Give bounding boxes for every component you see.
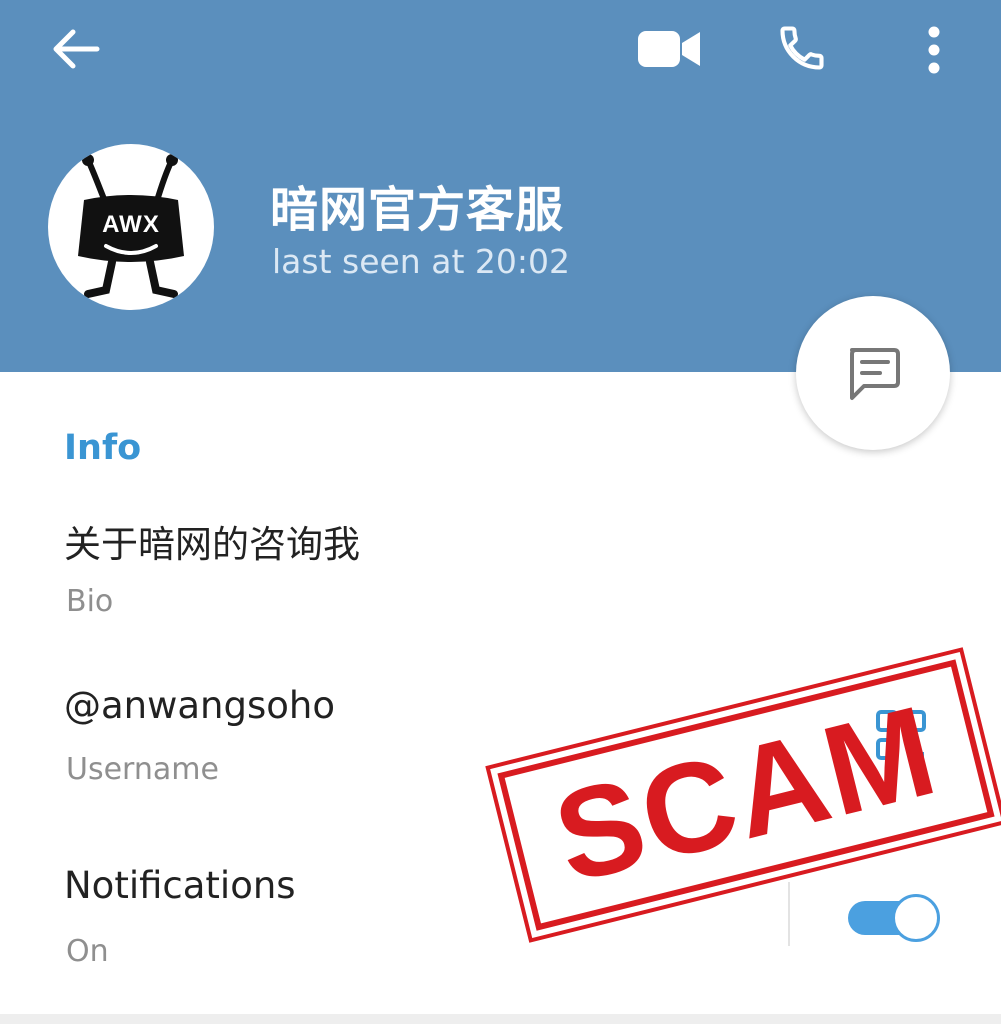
info-section-heading: Info — [64, 428, 142, 468]
username-value[interactable]: @anwangsoho — [64, 684, 335, 727]
phone-icon — [780, 26, 824, 70]
more-vertical-icon — [928, 26, 940, 74]
voice-call-button[interactable] — [764, 12, 840, 84]
notifications-toggle[interactable] — [848, 894, 942, 942]
contact-name: 暗网官方客服 — [270, 182, 565, 238]
scam-stamp-text: SCAM — [541, 678, 950, 911]
username-label: Username — [66, 752, 219, 787]
vertical-divider — [788, 882, 790, 946]
back-arrow-icon — [53, 29, 100, 69]
video-call-icon — [638, 31, 700, 67]
scam-stamp: SCAM — [486, 642, 1001, 948]
bio-value[interactable]: 关于暗网的咨询我 — [64, 514, 360, 568]
bio-label: Bio — [66, 584, 114, 619]
svg-text:AWX: AWX — [102, 211, 160, 238]
message-icon — [850, 348, 900, 400]
avatar[interactable]: AWX — [48, 144, 214, 310]
toggle-knob — [892, 894, 940, 942]
more-options-button[interactable] — [904, 12, 964, 88]
video-call-button[interactable] — [628, 14, 710, 84]
notifications-status: On — [66, 934, 109, 969]
send-message-button[interactable] — [796, 296, 950, 450]
notifications-title: Notifications — [64, 864, 296, 907]
antenna-mascot-logo: AWX — [78, 154, 184, 298]
footer-strip — [0, 1014, 1001, 1024]
last-seen-status: last seen at 20:02 — [272, 242, 570, 281]
back-button[interactable] — [40, 16, 112, 82]
